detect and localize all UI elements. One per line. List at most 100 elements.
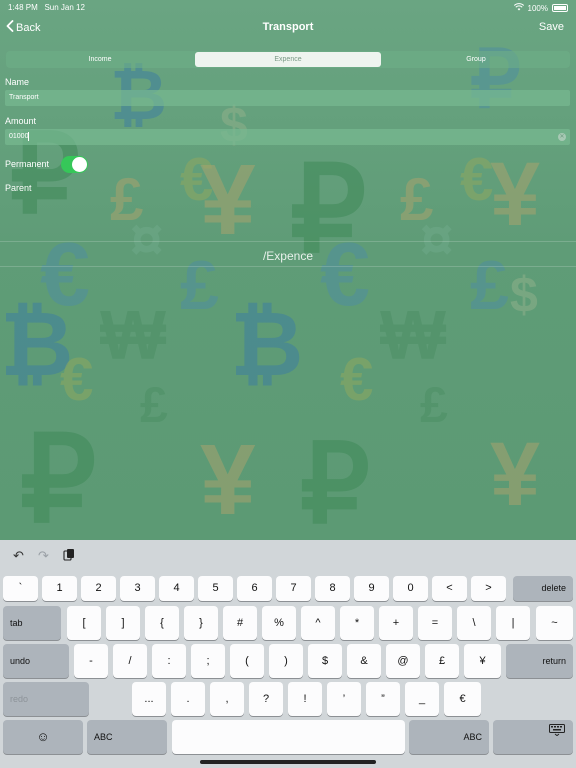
key-asterisk[interactable]: * xyxy=(340,606,374,640)
divider xyxy=(0,241,576,242)
key-6[interactable]: 6 xyxy=(237,576,272,601)
key-exclamation[interactable]: ! xyxy=(288,682,322,716)
save-button[interactable]: Save xyxy=(539,21,564,33)
key-5[interactable]: 5 xyxy=(198,576,233,601)
name-label: Name xyxy=(5,77,30,87)
key-9[interactable]: 9 xyxy=(354,576,389,601)
key-question[interactable]: ? xyxy=(249,682,283,716)
euro-symbol: € xyxy=(60,346,94,413)
key-less-than[interactable]: < xyxy=(432,576,467,601)
dismiss-keyboard-key[interactable] xyxy=(493,720,573,754)
ruble-symbol: ₽ xyxy=(20,413,97,540)
bitcoin-symbol: ₿ xyxy=(230,295,304,395)
amount-value: 01000 xyxy=(9,133,29,140)
type-segmented-control: Income Expence Group xyxy=(6,51,570,68)
key-3[interactable]: 3 xyxy=(120,576,155,601)
status-time: 1:48 PM xyxy=(8,3,38,12)
key-backtick[interactable]: ` xyxy=(3,576,38,601)
home-indicator xyxy=(200,760,376,764)
yen-symbol: ¥ xyxy=(200,144,256,256)
text-cursor xyxy=(28,131,30,141)
segment-income[interactable]: Income xyxy=(6,51,194,68)
key-plus[interactable]: + xyxy=(379,606,413,640)
parent-path[interactable]: /Expence xyxy=(0,249,576,263)
undo-icon[interactable]: ↶ xyxy=(13,548,24,564)
name-value: Transport xyxy=(9,94,39,101)
yen-symbol: ¥ xyxy=(490,425,541,525)
currency-background: ₽ ₽ ₽ ₽ ₽ € € € € ¥ ¥ ¥ ¥ £ £ £ £ ₿ ₿ ₿ … xyxy=(0,0,576,540)
redo-key[interactable]: redo xyxy=(3,682,89,716)
key-tilde[interactable]: ~ xyxy=(536,606,573,640)
key-apostrophe[interactable]: ’ xyxy=(327,682,361,716)
tab-key[interactable]: tab xyxy=(3,606,61,640)
key-slash[interactable]: / xyxy=(113,644,147,678)
permanent-label: Permanent xyxy=(5,159,50,169)
abc-key-left[interactable]: ABC xyxy=(87,720,167,754)
key-0[interactable]: 0 xyxy=(393,576,428,601)
key-colon[interactable]: : xyxy=(152,644,186,678)
key-at[interactable]: @ xyxy=(386,644,420,678)
key-euro[interactable]: € xyxy=(444,682,481,716)
key-period[interactable]: . xyxy=(171,682,205,716)
return-key[interactable]: return xyxy=(506,644,573,678)
clear-icon[interactable]: ✕ xyxy=(558,133,566,141)
yen-symbol: ¥ xyxy=(490,145,541,245)
abc-key-right[interactable]: ABC xyxy=(409,720,489,754)
key-2[interactable]: 2 xyxy=(81,576,116,601)
name-field[interactable]: Transport xyxy=(5,90,570,106)
undo-key[interactable]: undo xyxy=(3,644,69,678)
euro-symbol: € xyxy=(320,225,371,325)
key-8[interactable]: 8 xyxy=(315,576,350,601)
key-backslash[interactable]: \ xyxy=(457,606,491,640)
key-quote[interactable]: ” xyxy=(366,682,400,716)
yen-symbol: ¥ xyxy=(200,424,256,536)
ruble-symbol: ₽ xyxy=(300,423,370,540)
key-open-brace[interactable]: { xyxy=(145,606,179,640)
status-bar: 1:48 PM Sun Jan 12 100% xyxy=(0,0,576,14)
euro-symbol: € xyxy=(460,146,494,213)
keyboard-dismiss-icon xyxy=(549,716,565,750)
key-semicolon[interactable]: ; xyxy=(191,644,225,678)
key-pound[interactable]: £ xyxy=(425,644,459,678)
space-bar[interactable] xyxy=(172,720,405,754)
key-greater-than[interactable]: > xyxy=(471,576,506,601)
key-1[interactable]: 1 xyxy=(42,576,77,601)
key-percent[interactable]: % xyxy=(262,606,296,640)
amount-label: Amount xyxy=(5,116,37,126)
wifi-icon xyxy=(513,3,524,13)
key-underscore[interactable]: _ xyxy=(405,682,439,716)
permanent-toggle[interactable] xyxy=(61,156,88,173)
keyboard: ↶ ↷ ` 1 2 3 4 5 6 7 8 9 0 < > delete tab… xyxy=(0,540,576,768)
key-4[interactable]: 4 xyxy=(159,576,194,601)
key-hash[interactable]: # xyxy=(223,606,257,640)
battery-percent: 100% xyxy=(527,3,548,13)
won-symbol: ₩ xyxy=(380,296,447,374)
segment-group[interactable]: Group xyxy=(382,51,570,68)
status-right: 100% xyxy=(513,3,568,13)
delete-key[interactable]: delete xyxy=(513,576,573,601)
keyboard-shortcut-bar: ↶ ↷ xyxy=(0,540,576,572)
key-open-bracket[interactable]: [ xyxy=(67,606,101,640)
redo-icon[interactable]: ↷ xyxy=(38,548,49,564)
paste-icon[interactable] xyxy=(63,548,75,564)
key-comma[interactable]: , xyxy=(210,682,244,716)
key-dollar[interactable]: $ xyxy=(308,644,342,678)
key-equals[interactable]: = xyxy=(418,606,452,640)
key-7[interactable]: 7 xyxy=(276,576,311,601)
dollar-symbol: $ xyxy=(510,267,538,323)
page-title: Transport xyxy=(262,21,314,33)
key-ellipsis[interactable]: ... xyxy=(132,682,166,716)
key-yen[interactable]: ¥ xyxy=(464,644,501,678)
key-caret[interactable]: ^ xyxy=(301,606,335,640)
key-close-bracket[interactable]: ] xyxy=(106,606,140,640)
key-pipe[interactable]: | xyxy=(496,606,530,640)
key-close-paren[interactable]: ) xyxy=(269,644,303,678)
emoji-key[interactable]: ☺ xyxy=(3,720,83,754)
key-hyphen[interactable]: - xyxy=(74,644,108,678)
key-ampersand[interactable]: & xyxy=(347,644,381,678)
key-open-paren[interactable]: ( xyxy=(230,644,264,678)
status-time-date: 1:48 PM Sun Jan 12 xyxy=(8,3,85,12)
key-close-brace[interactable]: } xyxy=(184,606,218,640)
amount-field[interactable]: 01000 ✕ xyxy=(5,129,570,145)
segment-expense[interactable]: Expence xyxy=(195,52,381,67)
